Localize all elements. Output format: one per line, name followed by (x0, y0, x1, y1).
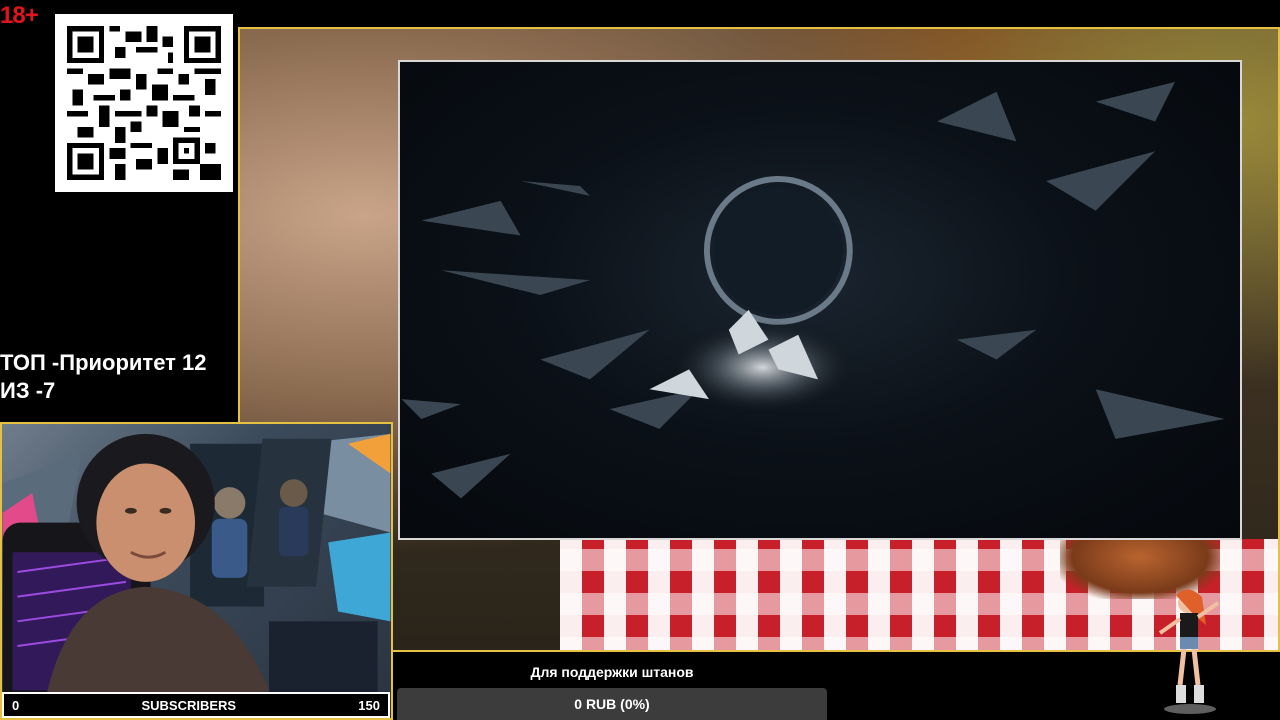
subscribers-current: 0 (12, 697, 20, 713)
age-badge: 18+ (0, 2, 39, 29)
video-frame (401, 81, 1225, 499)
donation-title: Для поддержки штанов (530, 664, 694, 680)
webcam-feed (0, 422, 393, 720)
qr-code-icon (67, 26, 221, 180)
subscribers-goal: 150 (358, 697, 380, 713)
ticker-line-2: ИЗ -7 (0, 378, 56, 403)
donation-amount: 0 RUB (0%) (574, 696, 650, 712)
subscribers-label: SUBSCRIBERS (141, 697, 237, 713)
qr-code[interactable] (55, 14, 233, 192)
subscribers-goal-bar: 0 SUBSCRIBERS 150 (2, 692, 390, 718)
webcam-frame (2, 433, 391, 718)
priority-ticker: ТОП -Приоритет 12 ИЗ -7 (0, 349, 207, 405)
video-player[interactable] (398, 60, 1242, 540)
donation-progress-bar[interactable]: 0 RUB (0%) (397, 688, 827, 720)
dancer-sprite (1150, 585, 1225, 720)
ticker-line-1: ТОП -Приоритет 12 (0, 350, 207, 375)
